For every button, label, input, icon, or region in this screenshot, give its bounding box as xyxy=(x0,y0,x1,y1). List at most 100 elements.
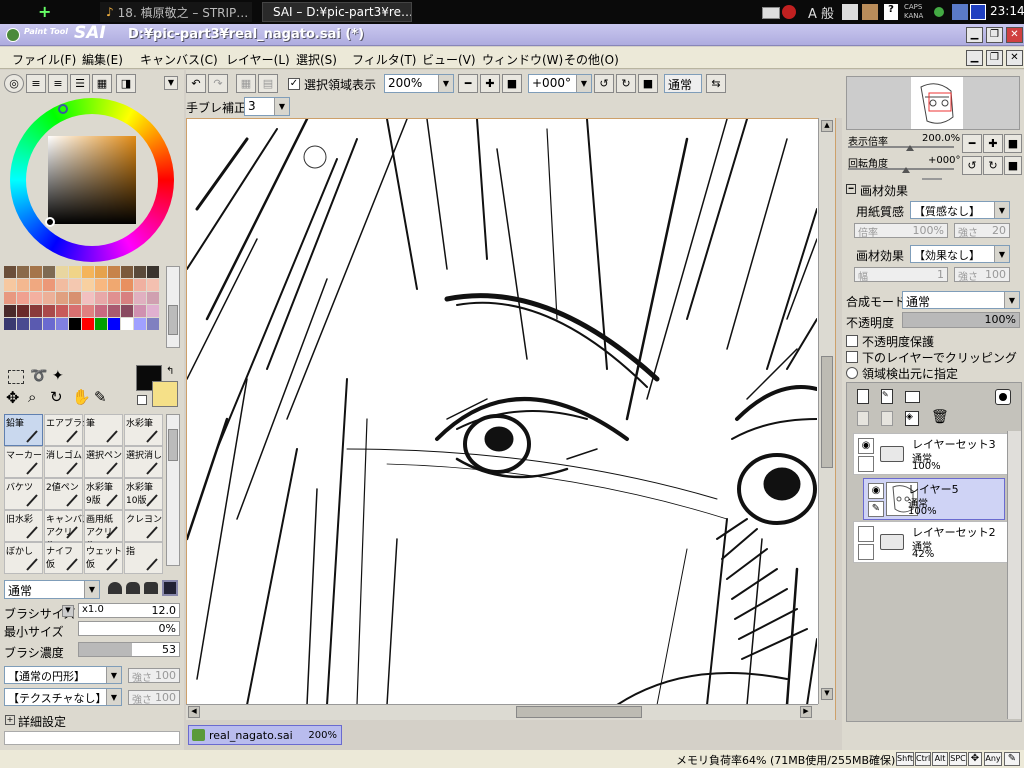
brush-shape-select[interactable]: 【通常の円形】 ▼ xyxy=(4,666,122,684)
paper-texture-select[interactable]: 【質感なし】 ▼ xyxy=(910,201,1010,219)
color-swatch[interactable] xyxy=(56,318,68,330)
ime-indicator[interactable]: A 般 xyxy=(808,3,834,22)
rotate-icon[interactable]: ↻ xyxy=(50,388,63,406)
menu-edit[interactable]: 編集(E) xyxy=(82,51,123,68)
zoom-reset-icon[interactable]: ■ xyxy=(502,74,522,93)
panel-menu-icon[interactable]: ▼ xyxy=(164,76,178,90)
maximize-button[interactable]: ❐ xyxy=(986,27,1003,43)
color-swatch[interactable] xyxy=(82,266,94,278)
move-icon[interactable]: ✥ xyxy=(6,388,19,407)
tray-app-icon[interactable] xyxy=(782,5,796,19)
color-swatch[interactable] xyxy=(56,305,68,317)
color-swatch[interactable] xyxy=(134,266,146,278)
taskbar-task-sai[interactable]: SAI – D:¥pic-part3¥re… xyxy=(262,2,412,22)
rect-select-icon[interactable] xyxy=(8,370,24,384)
layer-row[interactable]: レイヤーセット2 通常 42% xyxy=(853,521,1009,563)
scratchpad-tab-icon[interactable]: ◨ xyxy=(116,74,136,93)
brush-tool-5[interactable]: 消しゴム xyxy=(44,446,83,478)
layer-row[interactable]: ◉ レイヤーセット3 通常 100% xyxy=(853,433,1009,475)
document-tab[interactable]: real_nagato.sai 200% xyxy=(188,725,342,745)
min-size-slider[interactable]: 0% xyxy=(78,621,180,636)
color-swatch[interactable] xyxy=(30,318,42,330)
effect-width-field[interactable]: 幅1 xyxy=(854,267,948,283)
rotate-left-icon[interactable]: ↺ xyxy=(594,74,614,93)
brush-tool-2[interactable]: 筆 xyxy=(84,414,123,446)
zoom-in-icon[interactable]: ✚ xyxy=(480,74,500,93)
nav-rotate-reset-icon[interactable]: ■ xyxy=(1004,156,1022,175)
color-wheel[interactable] xyxy=(10,98,174,262)
color-swatch[interactable] xyxy=(121,279,133,291)
color-swatch[interactable] xyxy=(17,318,29,330)
clipping-checkbox[interactable] xyxy=(846,351,858,363)
new-layer-icon[interactable] xyxy=(857,389,869,404)
zoom-select[interactable]: 200% ▼ xyxy=(384,74,454,93)
brush-tool-1[interactable]: エアブラシ xyxy=(44,414,91,446)
color-swatch[interactable] xyxy=(17,266,29,278)
doc-minimize-button[interactable]: ▁ xyxy=(966,50,983,66)
color-swatch[interactable] xyxy=(95,318,107,330)
visibility-off-icon[interactable] xyxy=(858,526,874,542)
taskbar-task-music[interactable]: ♪ 18. 槙原敬之 – STRIP… xyxy=(100,2,252,22)
rotate-right-icon[interactable]: ↻ xyxy=(616,74,636,93)
collapse-material-icon[interactable]: ━ xyxy=(846,184,856,194)
color-swatch[interactable] xyxy=(4,279,16,291)
color-swatch[interactable] xyxy=(69,266,81,278)
dictionary-icon[interactable] xyxy=(862,4,878,20)
color-swatch[interactable] xyxy=(17,305,29,317)
color-swatch[interactable] xyxy=(95,292,107,304)
swatch-scrollbar[interactable] xyxy=(166,266,180,348)
menu-filter[interactable]: フィルタ(T) xyxy=(352,51,416,68)
color-swatch[interactable] xyxy=(121,305,133,317)
flip-horizontal-icon[interactable]: ⇆ xyxy=(706,74,726,93)
rotation-select[interactable]: +000° ▼ xyxy=(528,74,592,93)
color-swatch[interactable] xyxy=(134,305,146,317)
transparent-color-icon[interactable] xyxy=(137,395,147,405)
display-icon[interactable] xyxy=(970,4,986,20)
color-swatch[interactable] xyxy=(4,292,16,304)
color-swatch[interactable] xyxy=(43,266,55,278)
drawing-canvas[interactable] xyxy=(185,117,836,720)
color-swatch[interactable] xyxy=(69,318,81,330)
brush-tool-3[interactable]: 水彩筆 xyxy=(124,414,163,446)
color-swatch[interactable] xyxy=(121,318,133,330)
deselect-icon[interactable]: ▦ xyxy=(236,74,256,93)
color-swatch[interactable] xyxy=(82,318,94,330)
canvas-vertical-scrollbar[interactable]: ▲ ▼ xyxy=(818,118,835,704)
tool-scrollbar[interactable] xyxy=(166,414,180,566)
copy-layer-icon[interactable] xyxy=(857,411,869,426)
color-swatch[interactable] xyxy=(147,279,159,291)
nav-rotate-left-icon[interactable]: ↺ xyxy=(962,156,982,175)
color-swatch[interactable] xyxy=(4,305,16,317)
trash-icon[interactable]: 🗑 xyxy=(931,409,949,425)
color-swatch[interactable] xyxy=(43,292,55,304)
color-swatch[interactable] xyxy=(4,318,16,330)
edit-pen-icon[interactable]: ✎ xyxy=(868,501,884,517)
color-swatch[interactable] xyxy=(30,266,42,278)
brush-tool-8[interactable]: バケツ xyxy=(4,478,43,510)
size-range-dropdown-icon[interactable]: ▼ xyxy=(62,605,74,617)
color-swatch[interactable] xyxy=(82,279,94,291)
color-swatch[interactable] xyxy=(134,318,146,330)
color-swatch[interactable] xyxy=(56,292,68,304)
color-swatch[interactable] xyxy=(108,318,120,330)
density-slider[interactable]: 53 xyxy=(78,642,180,657)
color-swatch[interactable] xyxy=(82,305,94,317)
brush-tool-11[interactable]: 水彩筆 10版 xyxy=(124,478,163,510)
color-swatch[interactable] xyxy=(17,279,29,291)
color-swatch[interactable] xyxy=(56,279,68,291)
color-swatch[interactable] xyxy=(134,292,146,304)
color-swatch[interactable] xyxy=(43,305,55,317)
invert-selection-icon[interactable]: ▤ xyxy=(258,74,278,93)
hsv-slider-tab-icon[interactable]: ≡ xyxy=(48,74,68,93)
brush-tool-19[interactable]: 指 xyxy=(124,542,163,574)
brush-tool-15[interactable]: クレヨン xyxy=(124,510,163,542)
rotation-slider[interactable] xyxy=(848,167,954,173)
saturation-value-square[interactable] xyxy=(48,136,136,224)
brush-tool-10[interactable]: 水彩筆 9版 xyxy=(84,478,123,510)
brush-mode-select[interactable]: 通常 ▼ xyxy=(4,580,100,599)
sv-picker-icon[interactable] xyxy=(45,217,55,227)
effect-strength-field[interactable]: 強さ 100 xyxy=(954,267,1010,283)
redo-icon[interactable]: ↷ xyxy=(208,74,228,93)
color-swatch[interactable] xyxy=(147,266,159,278)
color-swatch[interactable] xyxy=(30,279,42,291)
